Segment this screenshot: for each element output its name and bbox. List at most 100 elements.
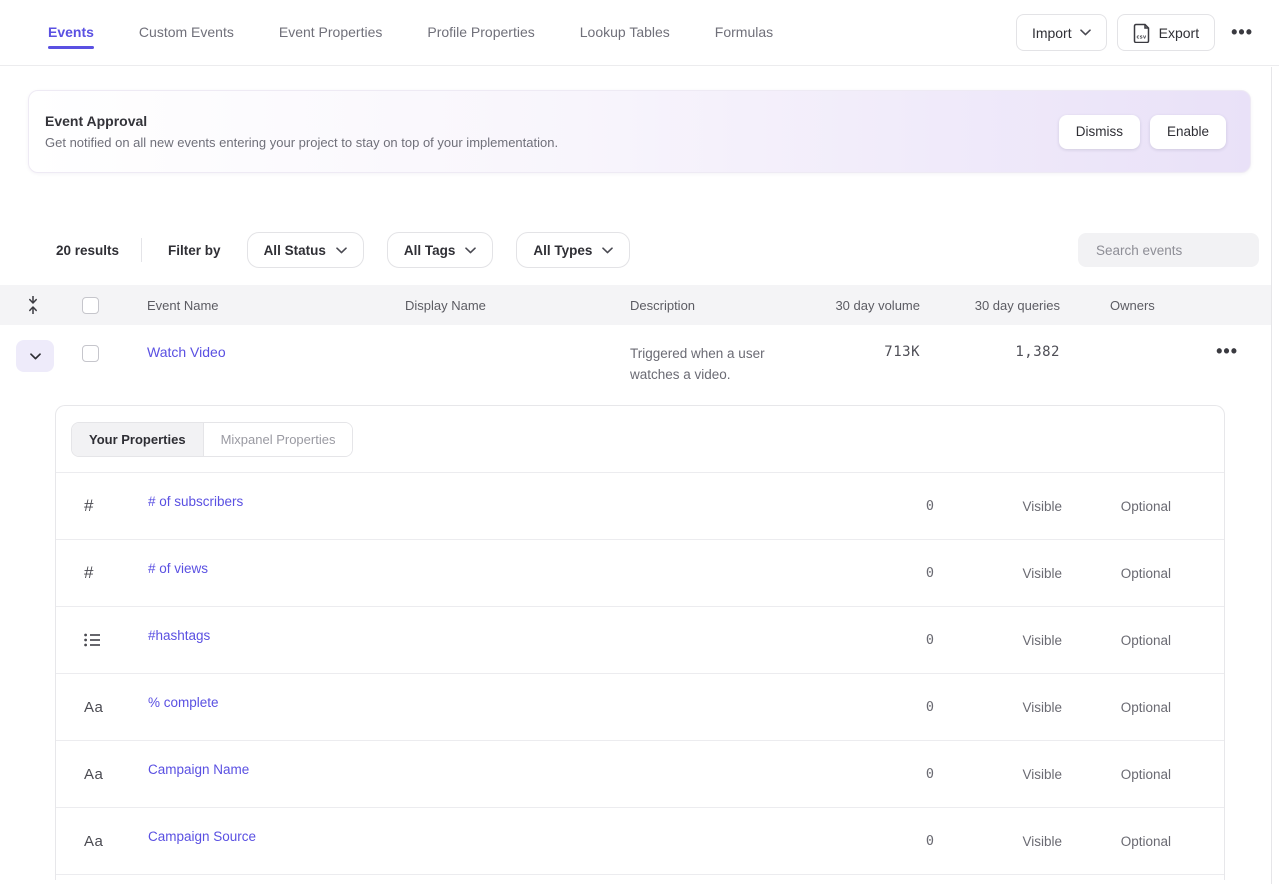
column-header-display-name[interactable]: Display Name: [405, 298, 630, 313]
property-name-link[interactable]: # of views: [148, 561, 208, 576]
svg-text:csv: csv: [1136, 34, 1147, 40]
property-visibility: Visible: [934, 834, 1062, 849]
event-properties-panel: Your Properties Mixpanel Properties # Aa…: [55, 405, 1225, 880]
nav-tab-label: Profile Properties: [427, 24, 534, 40]
property-count: 0: [834, 699, 934, 715]
property-row: # Aa #hashtags 0 Visible Optional: [56, 607, 1224, 674]
nav-tab-formulas[interactable]: Formulas: [715, 0, 773, 65]
property-row: # Aa # of views 0 Visible Optional: [56, 540, 1224, 607]
chevron-down-icon: [602, 247, 613, 254]
types-filter-label: All Types: [533, 243, 592, 258]
chevron-down-icon: [30, 353, 41, 360]
nav-actions: Import csv Export •••: [1016, 0, 1259, 65]
scrollbar-track[interactable]: [1271, 67, 1279, 884]
property-requirement: Optional: [1062, 767, 1171, 782]
filter-bar: 20 results Filter by All Status All Tags…: [0, 232, 1279, 268]
column-header-event-name[interactable]: Event Name: [131, 298, 405, 313]
event-row-watch-video: Watch Video Triggered when a user watche…: [0, 325, 1279, 405]
column-header-owners[interactable]: Owners: [1060, 298, 1185, 313]
event-volume: 713K: [820, 339, 920, 360]
property-name-link[interactable]: # of subscribers: [148, 494, 243, 509]
nav-tab-profile-properties[interactable]: Profile Properties: [427, 0, 534, 65]
enable-button[interactable]: Enable: [1150, 115, 1226, 149]
number-type-icon: #: [84, 496, 93, 516]
chevron-down-icon: [465, 247, 476, 254]
column-header-queries[interactable]: 30 day queries: [920, 298, 1060, 313]
column-header-volume[interactable]: 30 day volume: [820, 298, 920, 313]
banner-description: Get notified on all new events entering …: [45, 135, 558, 150]
chevron-down-icon: [336, 247, 347, 254]
row-more-options-icon[interactable]: •••: [1210, 339, 1244, 363]
active-tab-underline: [715, 46, 773, 49]
events-table-header: Event Name Display Name Description 30 d…: [0, 285, 1279, 325]
text-type-icon: Aa: [84, 766, 103, 783]
property-row: # Aa Campaign Name 0 Visible Optional: [56, 741, 1224, 808]
collapse-all-icon[interactable]: [0, 295, 66, 315]
property-name-link[interactable]: % complete: [148, 695, 219, 710]
property-visibility: Visible: [934, 566, 1062, 581]
property-requirement: Optional: [1062, 499, 1171, 514]
property-row: # Aa Campaign Source 0 Visible Optional: [56, 808, 1224, 875]
export-button-label: Export: [1159, 25, 1199, 41]
status-filter-dropdown[interactable]: All Status: [247, 232, 364, 268]
property-name-link[interactable]: #hashtags: [148, 628, 210, 643]
dismiss-button[interactable]: Dismiss: [1059, 115, 1140, 149]
active-tab-underline: [580, 46, 670, 49]
active-tab-underline: [427, 46, 534, 49]
property-count: 0: [834, 833, 934, 849]
event-queries: 1,382: [920, 339, 1060, 360]
results-count: 20 results: [56, 243, 119, 258]
nav-tab-label: Formulas: [715, 24, 773, 40]
property-requirement: Optional: [1062, 834, 1171, 849]
collapse-row-button[interactable]: [16, 340, 54, 372]
property-visibility: Visible: [934, 767, 1062, 782]
property-requirement: Optional: [1062, 700, 1171, 715]
filter-by-label: Filter by: [168, 243, 221, 258]
more-options-icon[interactable]: •••: [1225, 14, 1259, 51]
properties-list: # Aa # of subscribers 0 Visible Optional…: [56, 473, 1224, 875]
property-requirement: Optional: [1062, 633, 1171, 648]
tags-filter-dropdown[interactable]: All Tags: [387, 232, 494, 268]
select-all-checkbox[interactable]: [82, 297, 99, 314]
property-row: # Aa # of subscribers 0 Visible Optional: [56, 473, 1224, 540]
property-name-link[interactable]: Campaign Source: [148, 829, 256, 844]
csv-file-icon: csv: [1133, 23, 1151, 43]
lexicon-tabs: Events Custom Events Event Properties Pr…: [48, 0, 773, 65]
status-filter-label: All Status: [264, 243, 326, 258]
column-header-description[interactable]: Description: [630, 298, 820, 313]
nav-tab-custom-events[interactable]: Custom Events: [139, 0, 234, 65]
banner-title: Event Approval: [45, 113, 558, 129]
number-type-icon: #: [84, 563, 93, 583]
search-events-input[interactable]: [1096, 243, 1273, 258]
property-visibility: Visible: [934, 499, 1062, 514]
import-button-label: Import: [1032, 25, 1072, 41]
banner-text: Event Approval Get notified on all new e…: [45, 113, 558, 150]
import-button[interactable]: Import: [1016, 14, 1107, 51]
properties-tab-group: Your Properties Mixpanel Properties: [71, 422, 353, 457]
property-requirement: Optional: [1062, 566, 1171, 581]
active-tab-underline: [139, 46, 234, 49]
row-checkbox[interactable]: [82, 345, 99, 362]
tags-filter-label: All Tags: [404, 243, 456, 258]
property-name-link[interactable]: Campaign Name: [148, 762, 249, 777]
search-events-box: [1078, 233, 1259, 267]
text-type-icon: Aa: [84, 699, 103, 716]
properties-tab-mixpanel-properties[interactable]: Mixpanel Properties: [203, 423, 353, 456]
nav-tab-lookup-tables[interactable]: Lookup Tables: [580, 0, 670, 65]
top-navigation: Events Custom Events Event Properties Pr…: [0, 0, 1279, 66]
nav-tab-events[interactable]: Events: [48, 0, 94, 65]
export-button[interactable]: csv Export: [1117, 14, 1215, 51]
property-count: 0: [834, 766, 934, 782]
property-visibility: Visible: [934, 700, 1062, 715]
list-type-icon: [84, 633, 101, 647]
nav-tab-label: Custom Events: [139, 24, 234, 40]
event-name-link[interactable]: Watch Video: [147, 339, 226, 360]
types-filter-dropdown[interactable]: All Types: [516, 232, 630, 268]
chevron-down-icon: [1080, 29, 1091, 36]
event-description: Triggered when a user watches a video.: [630, 339, 785, 385]
divider: [141, 238, 142, 262]
active-tab-underline: [279, 46, 383, 49]
nav-tab-label: Event Properties: [279, 24, 383, 40]
properties-tab-your-properties[interactable]: Your Properties: [72, 423, 203, 456]
nav-tab-event-properties[interactable]: Event Properties: [279, 0, 383, 65]
